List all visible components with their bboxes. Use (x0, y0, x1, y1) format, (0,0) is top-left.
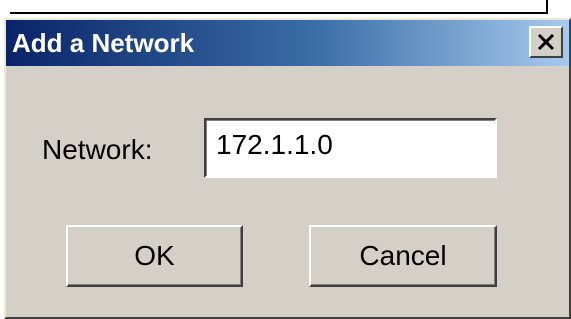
close-icon (537, 34, 555, 50)
ok-button[interactable]: OK (66, 225, 243, 287)
background-window-edge (0, 0, 548, 14)
dialog-title: Add a Network (12, 28, 195, 58)
network-label: Network: (42, 134, 153, 165)
close-button[interactable] (529, 26, 563, 58)
cancel-button[interactable]: Cancel (309, 225, 497, 287)
network-input[interactable]: 172.1.1.0 (204, 118, 497, 178)
add-network-dialog: Add a Network Network: 172.1.1.0 OK Canc… (4, 18, 571, 319)
dialog-titlebar[interactable]: Add a Network (6, 20, 569, 66)
